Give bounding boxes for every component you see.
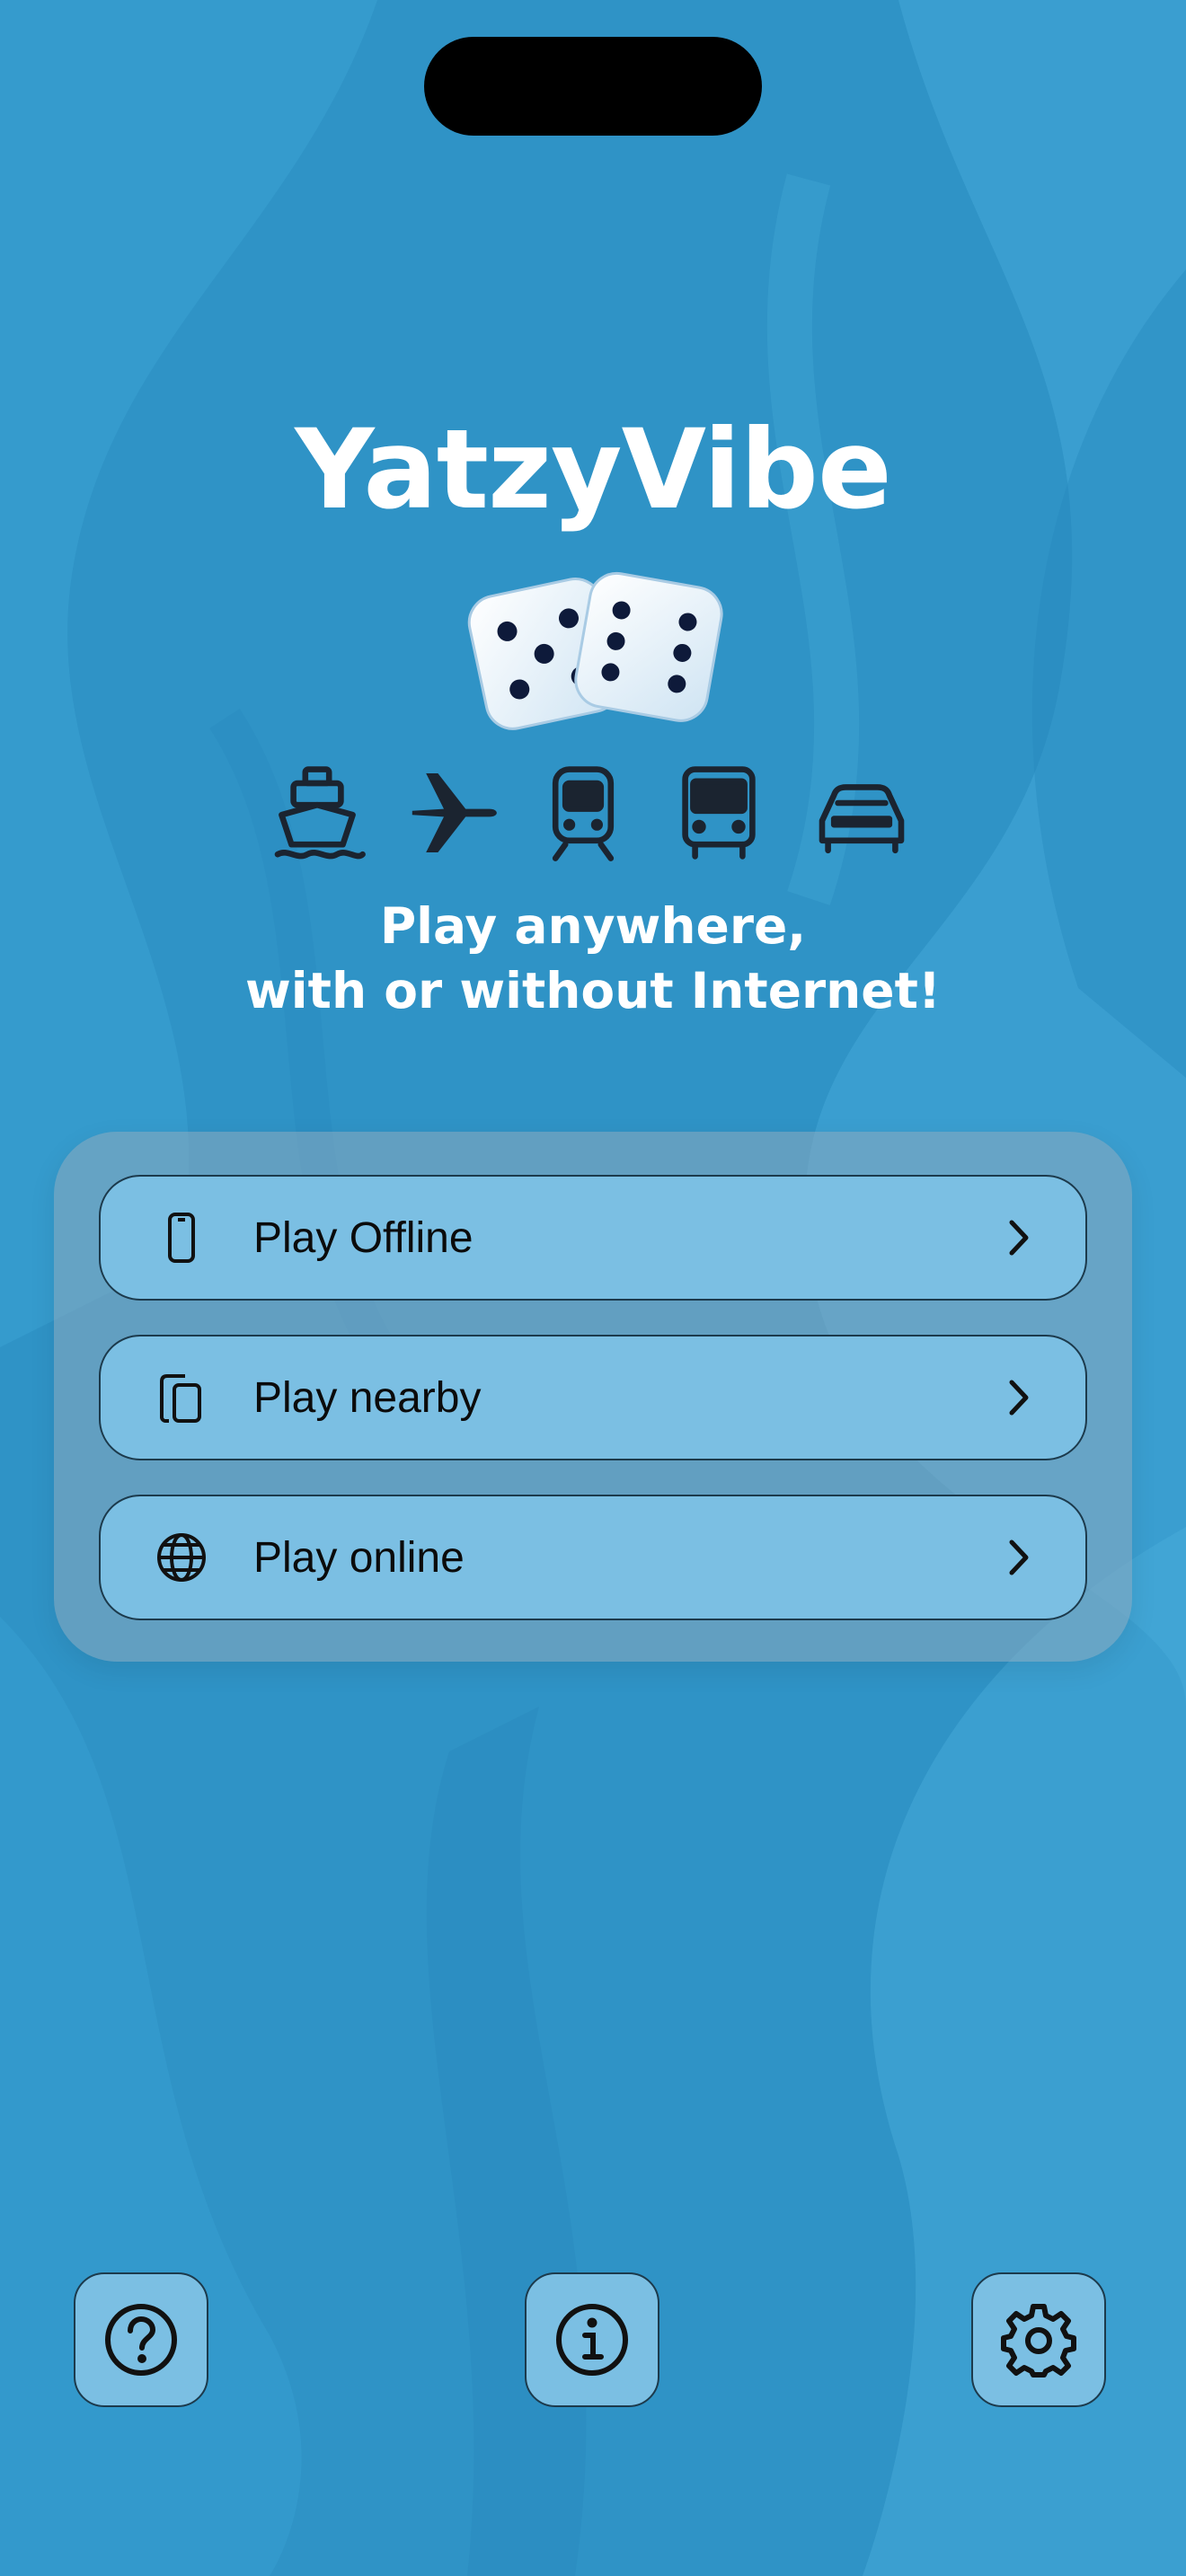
globe-icon xyxy=(155,1531,208,1584)
chevron-right-icon xyxy=(996,1215,1040,1260)
info-button[interactable] xyxy=(525,2272,659,2407)
play-menu-panel: Play Offline Play nearby Play online xyxy=(54,1132,1132,1662)
settings-button[interactable] xyxy=(971,2272,1106,2407)
dice-logo xyxy=(458,561,728,732)
play-online-button[interactable]: Play online xyxy=(99,1495,1087,1620)
chevron-right-icon xyxy=(996,1535,1040,1580)
dynamic-island xyxy=(424,37,762,136)
tagline-line2: with or without Internet! xyxy=(245,962,941,1019)
help-button[interactable] xyxy=(74,2272,208,2407)
two-devices-icon xyxy=(155,1371,208,1425)
chevron-right-icon xyxy=(996,1375,1040,1420)
bus-icon xyxy=(669,763,768,862)
settings-icon xyxy=(1001,2304,1076,2378)
tagline-line1: Play anywhere, xyxy=(379,897,807,955)
transport-icons xyxy=(0,763,1186,862)
airplane-icon xyxy=(404,763,503,862)
info-icon xyxy=(556,2304,628,2376)
phone-icon xyxy=(155,1211,208,1265)
ship-icon xyxy=(268,763,367,862)
train-icon xyxy=(534,763,633,862)
play-nearby-label: Play nearby xyxy=(253,1373,482,1422)
app-title: YatzyVibe xyxy=(295,406,892,534)
play-nearby-button[interactable]: Play nearby xyxy=(99,1335,1087,1460)
help-icon xyxy=(105,2304,177,2376)
play-offline-label: Play Offline xyxy=(253,1213,474,1262)
play-online-label: Play online xyxy=(253,1533,465,1582)
play-offline-button[interactable]: Play Offline xyxy=(99,1175,1087,1301)
car-icon xyxy=(812,763,911,862)
tagline: Play anywhere, with or without Internet! xyxy=(0,894,1186,1023)
